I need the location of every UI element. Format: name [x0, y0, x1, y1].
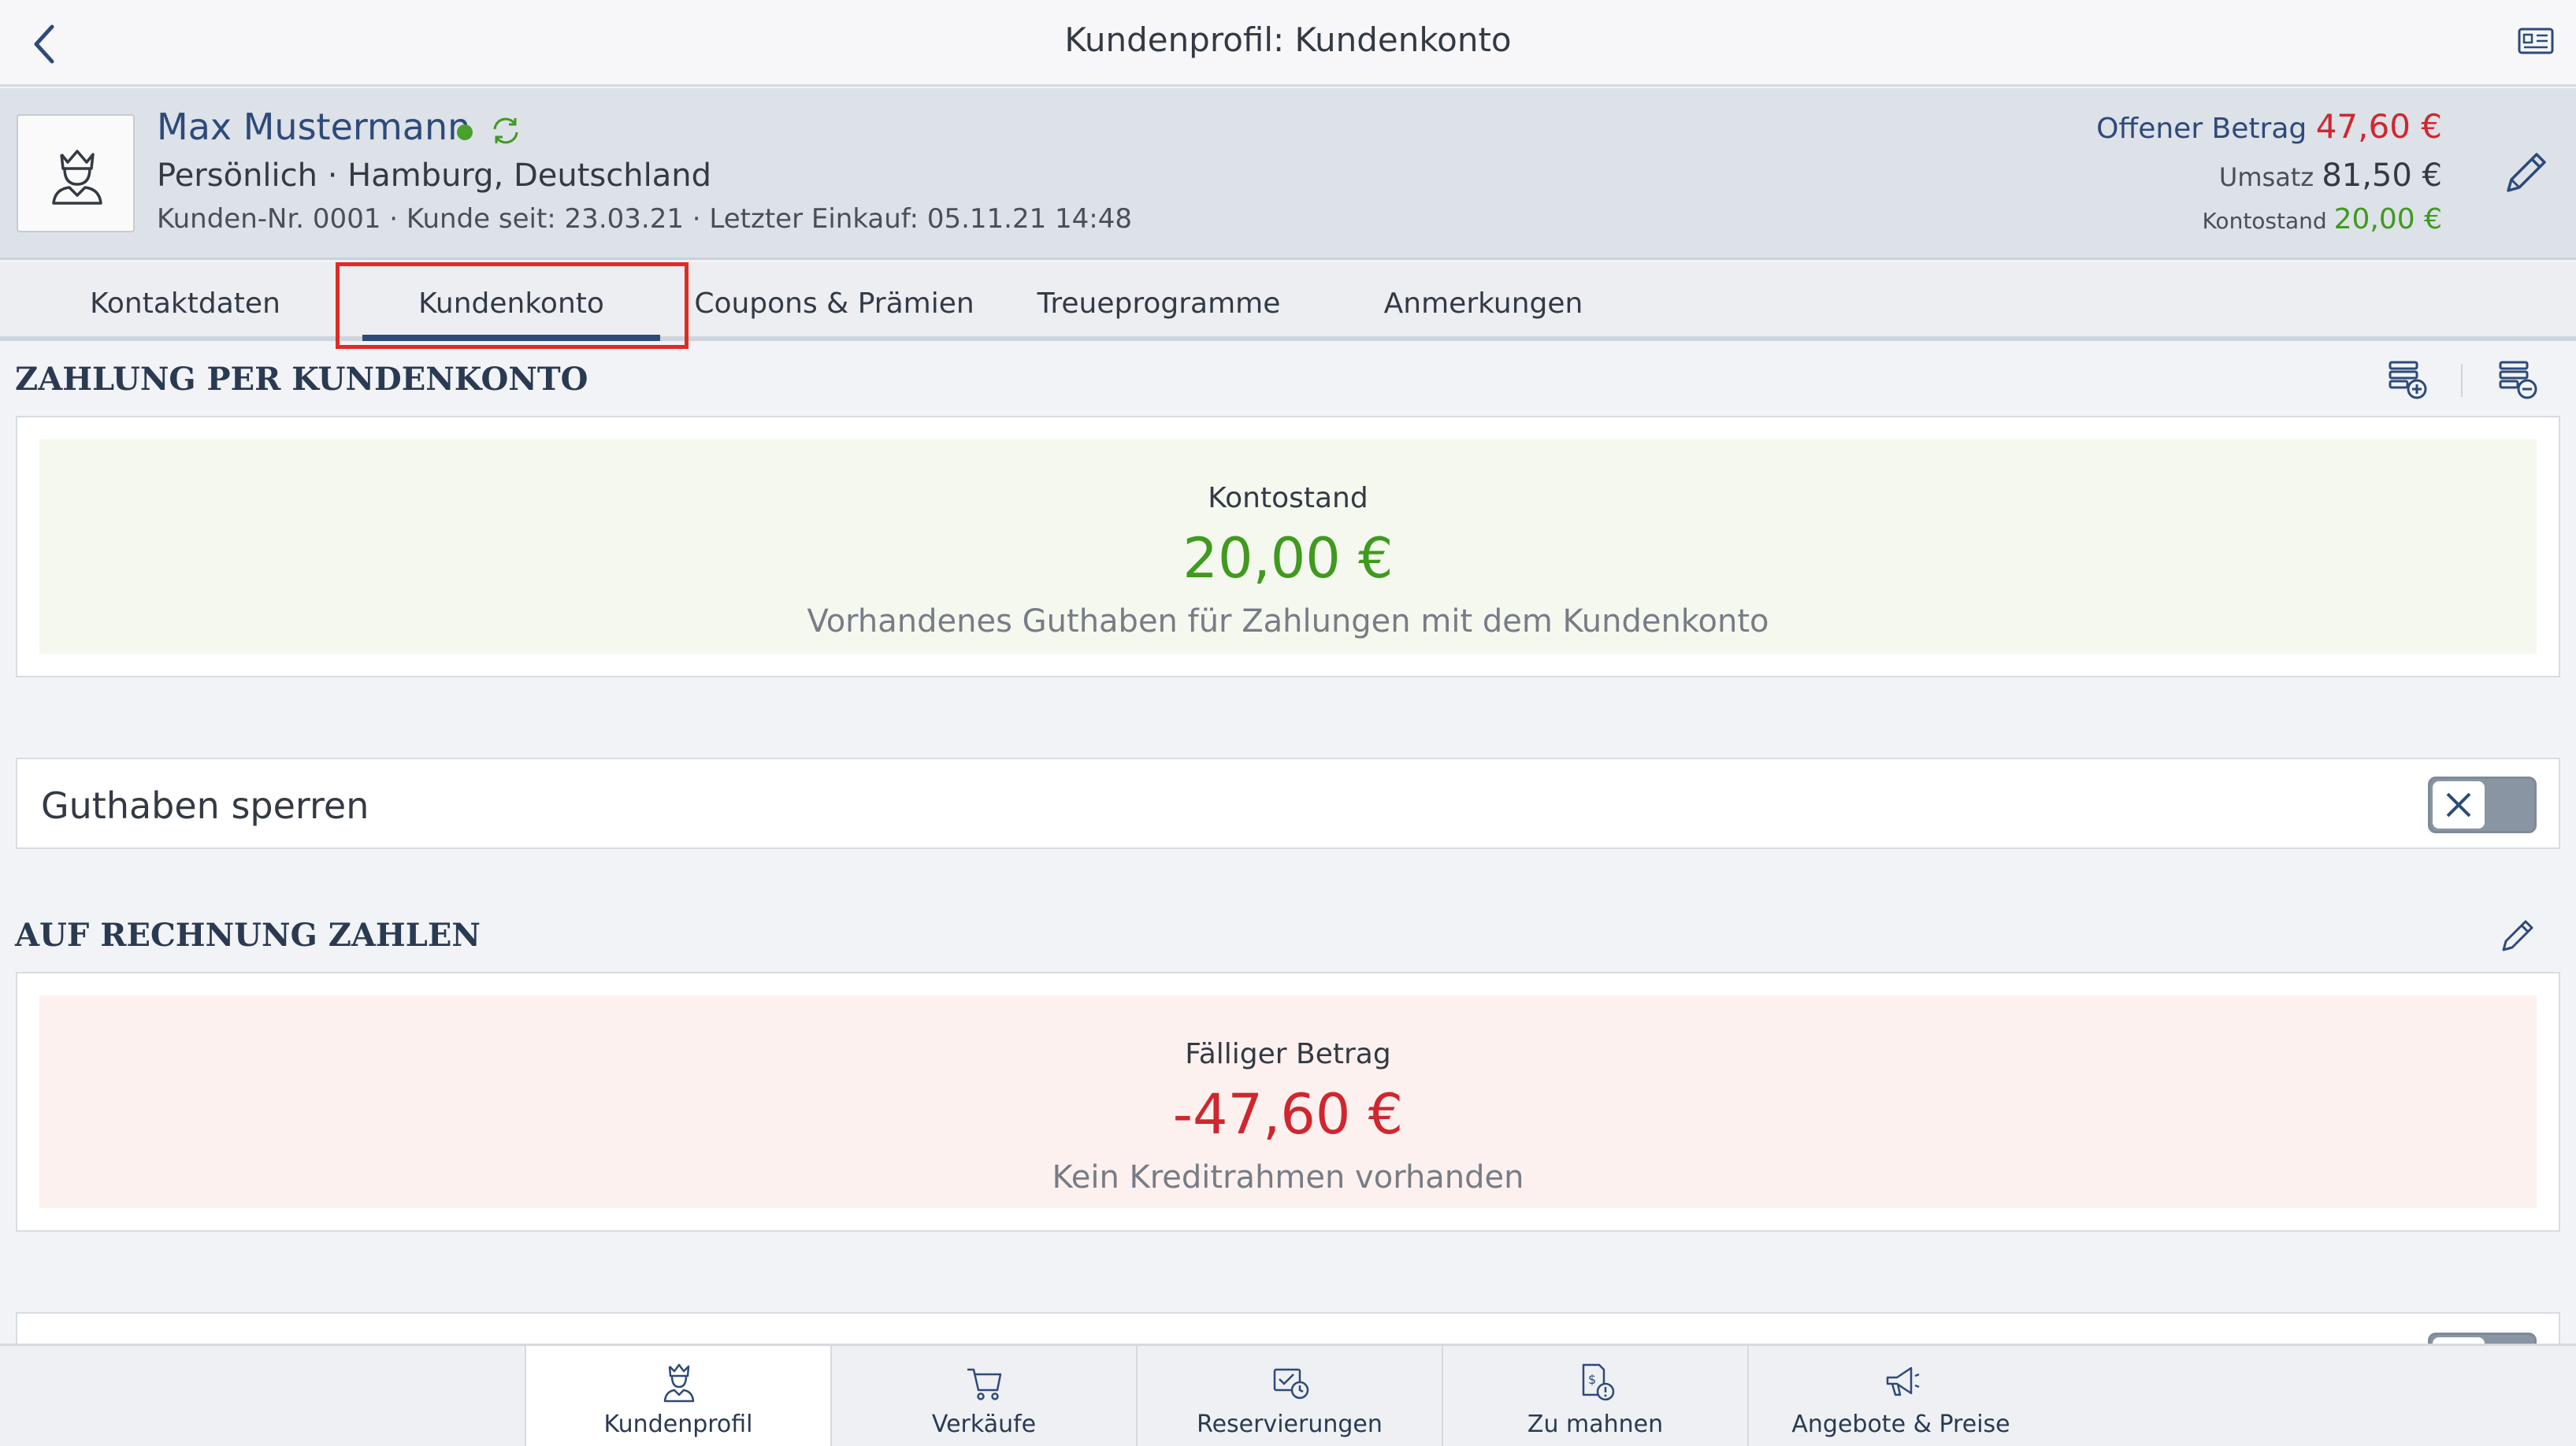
nav-verkaeufe[interactable]: Verkäufe [830, 1346, 1136, 1446]
sales-label: Umsatz [2218, 162, 2314, 192]
nav-label: Angebote & Preise [1791, 1411, 2010, 1438]
reminder-icon: $ [1582, 1363, 1615, 1401]
account-section-title: ZAHLUNG PER KUNDENKONTO [15, 361, 588, 398]
due-amount-card: Fälliger Betrag -47,60 € Kein Kreditrahm… [16, 972, 2560, 1232]
account-balance-amount: 20,00 € [1182, 526, 1394, 591]
due-amount-note: Kein Kreditrahmen vorhanden [1052, 1159, 1524, 1196]
close-icon [2446, 792, 2471, 818]
icon-separator [2461, 364, 2463, 397]
customer-header: Max Mustermann Persönlich · Hamburg, Deu… [0, 88, 2576, 260]
account-balance-note: Vorhandenes Guthaben für Zahlungen mit d… [807, 603, 1769, 640]
account-balance-panel: Kontostand 20,00 € Vorhandenes Guthaben … [39, 439, 2537, 654]
due-amount-caption: Fälliger Betrag [1185, 1038, 1391, 1070]
balance-value: 20,00 € [2333, 203, 2442, 235]
nav-kundenprofil[interactable]: Kundenprofil [525, 1346, 830, 1446]
nav-reservierungen[interactable]: Reservierungen [1136, 1346, 1442, 1446]
tab-treueprogramme[interactable]: Treueprogramme [997, 262, 1320, 341]
open-amount: Offener Betrag 47,60 € [2096, 107, 2442, 146]
reservation-icon [1273, 1368, 1309, 1400]
account-balance-card: Kontostand 20,00 € Vorhandenes Guthaben … [16, 416, 2560, 677]
due-amount-panel: Fälliger Betrag -47,60 € Kein Kreditrahm… [39, 996, 2537, 1208]
balance-label: Kontostand [2202, 208, 2327, 234]
svg-text:$: $ [1588, 1372, 1596, 1387]
sales-amount: Umsatz 81,50 € [2219, 158, 2442, 194]
balance-amount: Kontostand 20,00 € [2202, 203, 2442, 235]
open-amount-value: 47,60 € [2315, 107, 2442, 146]
bottom-navigation: Kundenprofil Verkäufe Reservierungen $ Z… [0, 1344, 2576, 1446]
page-title: Kundenprofil: Kundenkonto [1064, 20, 1512, 59]
nav-label: Kundenprofil [603, 1411, 753, 1438]
tab-kundenkonto[interactable]: Kundenkonto [350, 262, 673, 341]
customer-name: Max Mustermann [157, 106, 471, 148]
edit-invoice-icon[interactable] [2496, 914, 2540, 958]
customer-king-icon [52, 150, 102, 205]
lock-credit-label: Guthaben sperren [41, 784, 369, 827]
tab-coupons[interactable]: Coupons & Prämien [673, 262, 996, 341]
open-amount-label: Offener Betrag [2096, 113, 2307, 145]
edit-customer-icon[interactable] [2497, 146, 2552, 202]
due-amount-value: -47,60 € [1172, 1082, 1404, 1147]
toggle-knob [2433, 781, 2485, 829]
lock-credit-row: Guthaben sperren [16, 758, 2560, 849]
nav-label: Reservierungen [1197, 1411, 1383, 1438]
sync-icon[interactable] [488, 113, 523, 148]
invoice-section-title: AUF RECHNUNG ZAHLEN [15, 917, 481, 954]
tab-bar: Kontaktdaten Kundenkonto Coupons & Prämi… [0, 262, 2576, 341]
nav-angebote-preise[interactable]: Angebote & Preise [1747, 1346, 2053, 1446]
account-balance-caption: Kontostand [1208, 482, 1368, 514]
tab-anmerkungen[interactable]: Anmerkungen [1322, 262, 1645, 341]
customer-card-icon[interactable] [2518, 27, 2554, 55]
remove-credit-icon[interactable] [2496, 358, 2540, 402]
tab-kontaktdaten[interactable]: Kontaktdaten [24, 262, 347, 341]
nav-zu-mahnen[interactable]: $ Zu mahnen [1442, 1346, 1747, 1446]
customer-icon [663, 1363, 695, 1403]
top-bar: Kundenprofil: Kundenkonto [0, 0, 2576, 87]
megaphone-icon [1886, 1366, 1920, 1396]
sales-value: 81,50 € [2322, 158, 2442, 194]
customer-subtitle: Persönlich · Hamburg, Deutschland [157, 158, 711, 194]
lock-credit-toggle[interactable] [2428, 777, 2537, 833]
cart-icon [967, 1368, 1002, 1400]
customer-meta: Kunden-Nr. 0001 · Kunde seit: 23.03.21 ·… [157, 203, 1133, 235]
online-status-dot [457, 124, 473, 140]
nav-label: Zu mahnen [1527, 1411, 1664, 1438]
avatar [17, 114, 135, 232]
nav-label: Verkäufe [931, 1411, 1037, 1438]
add-credit-icon[interactable] [2385, 358, 2429, 402]
